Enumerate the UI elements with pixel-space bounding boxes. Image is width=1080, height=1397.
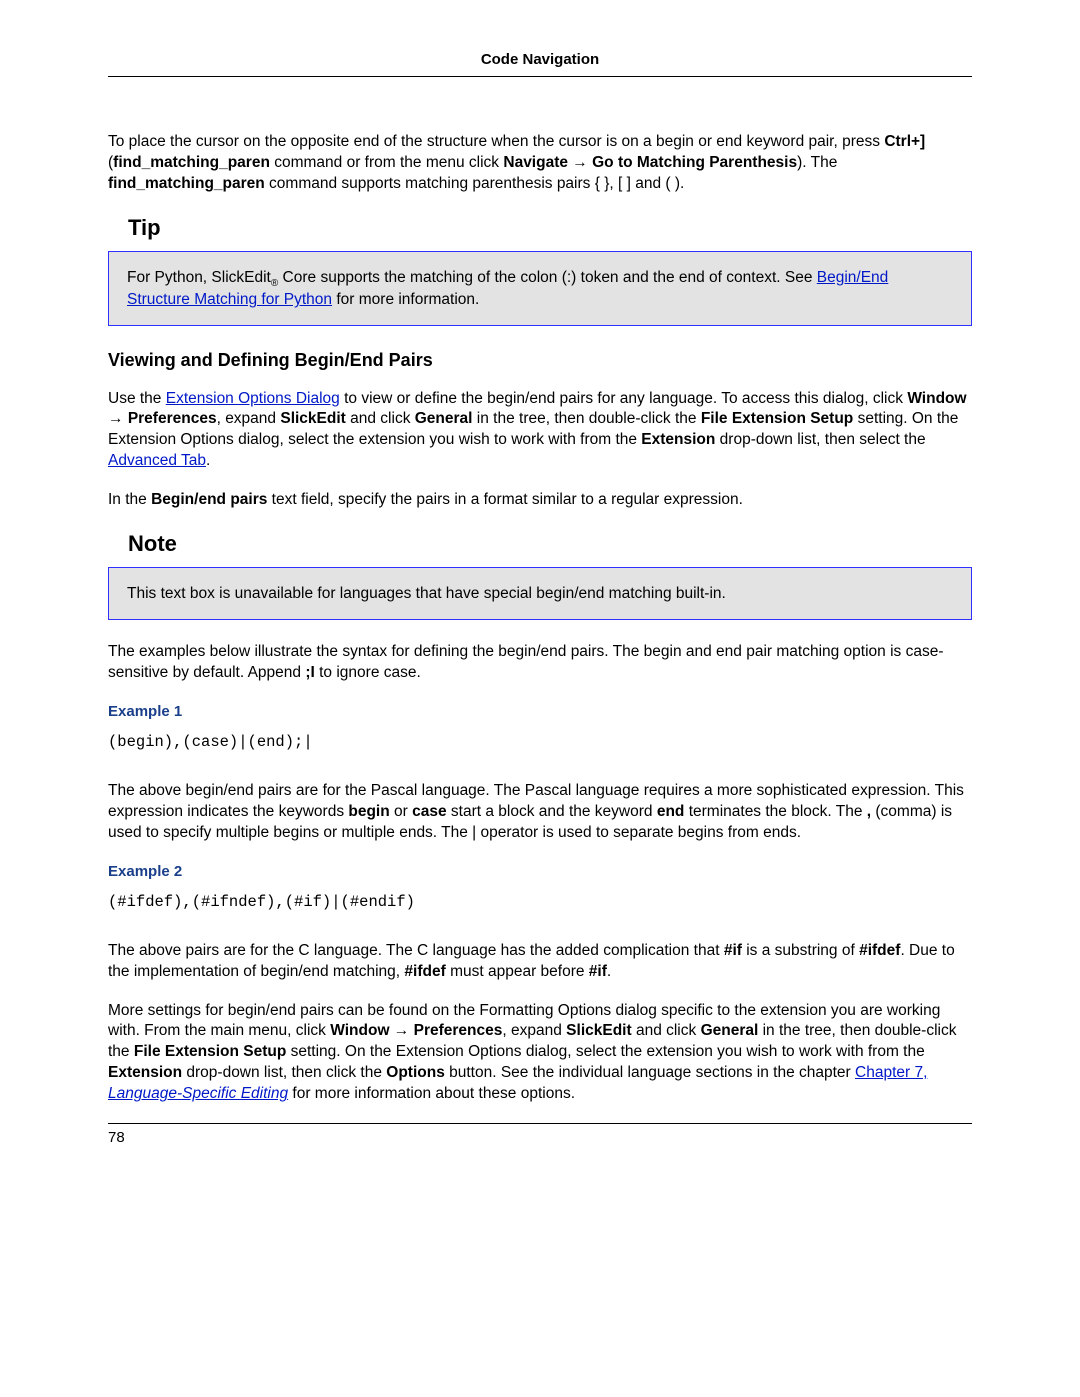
text: must appear before	[446, 963, 589, 980]
footer-rule	[108, 1123, 972, 1124]
text: setting. On the Extension Options dialog…	[286, 1043, 924, 1060]
text: or	[390, 803, 412, 820]
text: The examples below illustrate the syntax…	[108, 643, 944, 681]
page-header-title: Code Navigation	[108, 50, 972, 76]
tree-node: General	[415, 410, 473, 427]
note-body: This text box is unavailable for languag…	[127, 585, 726, 602]
more-settings-paragraph: More settings for begin/end pairs can be…	[108, 1001, 972, 1106]
menu-item: Navigate	[503, 154, 568, 171]
tip-box: For Python, SlickEdit® Core supports the…	[108, 251, 972, 327]
menu-item: Preferences	[128, 410, 217, 427]
text: .	[206, 452, 210, 469]
begin-end-field-paragraph: In the Begin/end pairs text field, speci…	[108, 490, 972, 511]
menu-item: Go to Matching Parenthesis	[592, 154, 797, 171]
text: for more information.	[332, 291, 479, 308]
text: ). The	[797, 154, 837, 171]
text: start a block and the keyword	[447, 803, 657, 820]
example-2-explain: The above pairs are for the C language. …	[108, 941, 972, 983]
text: To place the cursor on the opposite end …	[108, 133, 884, 150]
menu-item: Window	[907, 390, 966, 407]
keyword: case	[412, 803, 446, 820]
text: .	[607, 963, 611, 980]
tree-node: General	[701, 1022, 759, 1039]
menu-item: Window	[330, 1022, 389, 1039]
note-title: Note	[128, 529, 972, 559]
text: and click	[346, 410, 415, 427]
setting-name: File Extension Setup	[701, 410, 853, 427]
text: command supports matching parenthesis pa…	[265, 175, 685, 192]
advanced-tab-link[interactable]: Advanced Tab	[108, 452, 206, 469]
text: drop-down list, then select the	[715, 431, 925, 448]
example-2-label: Example 2	[108, 862, 972, 882]
example-1-code: (begin),(case)|(end);|	[108, 732, 972, 753]
keyword: #ifdef	[859, 942, 900, 959]
note-box: This text box is unavailable for languag…	[108, 567, 972, 620]
arrow-icon: →	[568, 154, 592, 171]
example-2-code: (#ifdef),(#ifndef),(#if)|(#endif)	[108, 892, 972, 913]
text: in the tree, then double-click the	[472, 410, 700, 427]
examples-intro: The examples below illustrate the syntax…	[108, 642, 972, 684]
text: The above pairs are for the C language. …	[108, 942, 724, 959]
text: Use the	[108, 390, 166, 407]
text: button. See the individual language sect…	[445, 1064, 855, 1081]
tip-callout: Tip For Python, SlickEdit® Core supports…	[128, 213, 972, 326]
text: drop-down list, then click the	[182, 1064, 386, 1081]
note-callout: Note This text box is unavailable for la…	[128, 529, 972, 620]
dropdown-name: Extension	[108, 1064, 182, 1081]
tree-node: SlickEdit	[280, 410, 345, 427]
setting-name: File Extension Setup	[134, 1043, 286, 1060]
dropdown-name: Extension	[641, 431, 715, 448]
command-name: find_matching_paren	[108, 175, 265, 192]
page: Code Navigation To place the cursor on t…	[0, 0, 1080, 1188]
keyword: begin	[348, 803, 389, 820]
intro-paragraph: To place the cursor on the opposite end …	[108, 132, 972, 195]
text: For Python, SlickEdit	[127, 269, 271, 286]
example-1-label: Example 1	[108, 702, 972, 722]
text: terminates the block. The	[684, 803, 866, 820]
menu-item: Preferences	[414, 1022, 503, 1039]
text: text field, specify the pairs in a forma…	[267, 491, 743, 508]
command-name: find_matching_paren	[113, 154, 270, 171]
text: command or from the menu click	[270, 154, 503, 171]
keyword: #ifdef	[404, 963, 445, 980]
field-name: Begin/end pairs	[151, 491, 267, 508]
header-rule	[108, 76, 972, 77]
keystroke: Ctrl+]	[884, 133, 925, 150]
button-name: Options	[386, 1064, 445, 1081]
text: to ignore case.	[315, 664, 421, 681]
tree-node: SlickEdit	[566, 1022, 631, 1039]
keyword: end	[657, 803, 685, 820]
extension-options-link[interactable]: Extension Options Dialog	[166, 390, 340, 407]
text: and click	[632, 1022, 701, 1039]
link-italic: Language-Specific Editing	[108, 1085, 288, 1102]
tip-title: Tip	[128, 213, 972, 243]
page-number: 78	[108, 1128, 972, 1148]
example-1-explain: The above begin/end pairs are for the Pa…	[108, 781, 972, 844]
text: Core supports the matching of the colon …	[278, 269, 817, 286]
text: to view or define the begin/end pairs fo…	[340, 390, 908, 407]
link-chapter: Chapter 7,	[855, 1064, 927, 1081]
keyword: #if	[724, 942, 742, 959]
use-paragraph: Use the Extension Options Dialog to view…	[108, 389, 972, 473]
option-flag: ;I	[305, 664, 314, 681]
text: , expand	[217, 410, 281, 427]
text: for more information about these options…	[288, 1085, 575, 1102]
section-heading: Viewing and Defining Begin/End Pairs	[108, 348, 972, 372]
keyword: #if	[589, 963, 607, 980]
text: is a substring of	[742, 942, 859, 959]
text: , expand	[502, 1022, 566, 1039]
text: In the	[108, 491, 151, 508]
arrow-icon: →	[390, 1022, 414, 1039]
arrow-icon: →	[108, 410, 128, 427]
